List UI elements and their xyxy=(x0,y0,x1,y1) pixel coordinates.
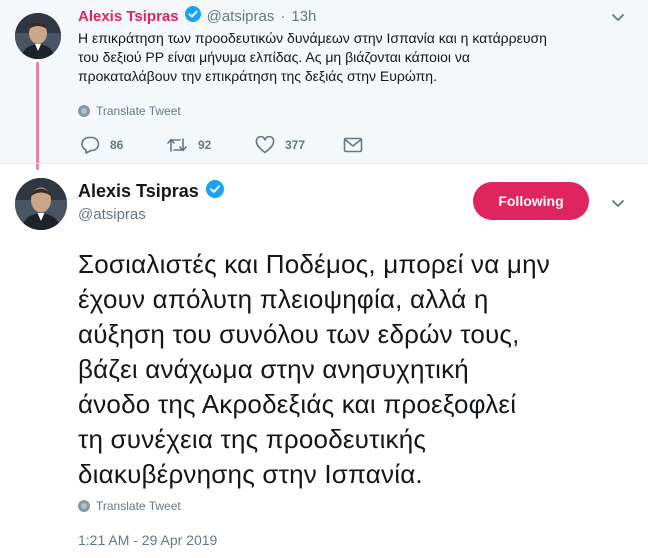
author-handle[interactable]: @atsipras xyxy=(207,8,275,25)
dot-separator: · xyxy=(280,8,286,25)
author-name[interactable]: Alexis Tsipras xyxy=(78,181,199,202)
direct-message-icon[interactable] xyxy=(343,137,363,158)
tweet-divider xyxy=(0,163,648,164)
globe-icon xyxy=(78,105,90,117)
tweet-text-line: τη συνέχεια της προοδευτικής xyxy=(78,424,427,454)
author-handle[interactable]: @atsipras xyxy=(78,206,146,223)
verified-badge-icon xyxy=(205,180,224,203)
tweet-text-line: έχουν απόλυτη πλειοψηφία, αλλά η xyxy=(78,284,489,314)
like-icon xyxy=(255,136,275,154)
tweet-text-line: αύξηση του συνόλου των εδρών τους, xyxy=(78,319,520,349)
chevron-down-icon[interactable] xyxy=(611,196,625,214)
reply-button[interactable]: 86 xyxy=(80,136,123,154)
reply-tweet-text: Η επικράτηση των προοδευτικών δυνάμεων σ… xyxy=(78,29,628,86)
following-button[interactable]: Following xyxy=(473,182,589,220)
tweet-text-line: Η επικράτηση των προοδευτικών δυνάμεων σ… xyxy=(78,30,547,46)
retweet-icon xyxy=(166,136,188,154)
tweet-time[interactable]: 13h xyxy=(291,8,316,25)
tweet-text-line: διακυβέρνησης στην Ισπανία. xyxy=(78,459,423,489)
tweet-timestamp[interactable]: 1:21 AM - 29 Apr 2019 xyxy=(78,532,217,548)
reply-icon xyxy=(80,136,100,154)
translate-tweet-link[interactable]: Translate Tweet xyxy=(78,499,181,513)
tweet-text-line: προκαταλάβουν την επικράτηση της δεξιάς … xyxy=(78,68,437,84)
main-tweet-header: Alexis Tsipras xyxy=(78,180,224,203)
chevron-down-icon[interactable] xyxy=(611,10,625,28)
like-count: 377 xyxy=(285,138,306,152)
translate-label: Translate Tweet xyxy=(96,499,181,513)
retweet-count: 92 xyxy=(198,138,212,152)
tweet-text-line: Σοσιαλιστές και Ποδέμος, μπορεί να μην xyxy=(78,249,550,279)
avatar-icon[interactable] xyxy=(15,13,61,59)
tweet-text-line: βάζει ανάχωμα στην ανησυχητική xyxy=(78,354,469,384)
main-tweet-text: Σοσιαλιστές και Ποδέμος, μπορεί να μην έ… xyxy=(78,247,638,492)
like-button[interactable]: 377 xyxy=(255,136,305,154)
thread-connector-line xyxy=(36,62,39,170)
reply-header: Alexis Tsipras @atsipras · 13h xyxy=(78,6,316,27)
retweet-button[interactable]: 92 xyxy=(166,136,211,154)
tweet-text-line: άνοδο της Ακροδεξιάς και προεξοφλεί xyxy=(78,389,517,419)
author-name[interactable]: Alexis Tsipras xyxy=(78,8,179,25)
tweet-text-line: του δεξιού PP είναι μήνυμα ελπίδας. Ας μ… xyxy=(78,49,470,65)
reply-count: 86 xyxy=(110,138,124,152)
globe-icon xyxy=(78,500,90,512)
avatar-icon[interactable] xyxy=(15,178,67,230)
translate-tweet-link[interactable]: Translate Tweet xyxy=(78,104,181,118)
verified-badge-icon xyxy=(184,6,201,27)
translate-label: Translate Tweet xyxy=(96,104,181,118)
